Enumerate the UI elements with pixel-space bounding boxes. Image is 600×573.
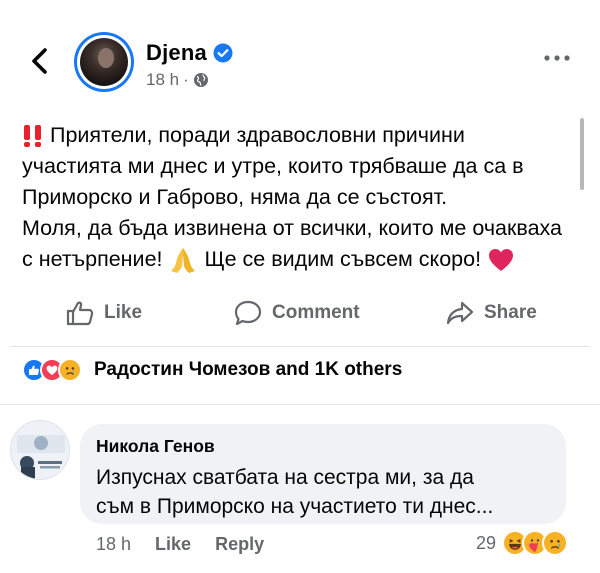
comment-reply-button[interactable]: Reply xyxy=(215,534,264,555)
post-actions: Like Comment Share xyxy=(0,290,600,342)
reactions-text[interactable]: Радостин Чомезов and 1K others xyxy=(94,359,402,381)
more-options-icon[interactable] xyxy=(543,52,571,64)
thumbs-up-icon xyxy=(66,301,94,326)
comment-line: Изпуснах сватбата на сестра ми, за да xyxy=(96,466,474,489)
post-line: Приятели, поради здравословни причини xyxy=(22,120,574,151)
author-name[interactable]: Djena xyxy=(146,40,207,66)
comment-like-button[interactable]: Like xyxy=(155,534,191,555)
comment-time[interactable]: 18 h xyxy=(96,534,131,555)
double-exclamation-icon xyxy=(24,125,41,148)
comment-reactions[interactable]: 29 xyxy=(476,530,569,556)
post-line: участията ми днес и утре, които трябваше… xyxy=(22,154,524,178)
commenter-avatar[interactable] xyxy=(10,420,70,480)
sad-reaction-icon xyxy=(58,358,82,382)
verified-badge-icon xyxy=(213,43,233,63)
sad-reaction-icon xyxy=(542,530,569,556)
comment-bubble[interactable]: Никола Генов Изпуснах сватбата на сестра… xyxy=(80,424,566,524)
comment-meta: 18 h Like Reply xyxy=(96,534,264,555)
post-header: Djena 18 h · xyxy=(0,0,600,110)
commenter-avatar-image xyxy=(11,421,69,479)
share-arrow-icon xyxy=(446,301,474,325)
commenter-name[interactable]: Никола Генов xyxy=(96,436,550,457)
comment-line: съм в Приморско на участието ти днес... xyxy=(96,495,494,518)
divider xyxy=(10,346,590,347)
post-line: Моля, да бъда извинена от всички, които … xyxy=(22,216,563,240)
post-time[interactable]: 18 h xyxy=(146,70,179,90)
praying-hands-icon xyxy=(171,248,196,274)
share-button[interactable]: Share xyxy=(446,300,537,326)
red-heart-icon xyxy=(489,249,514,272)
comment-reaction-count[interactable]: 29 xyxy=(476,533,496,554)
back-arrow-icon[interactable] xyxy=(26,44,54,78)
author-avatar[interactable] xyxy=(74,32,134,92)
like-button[interactable]: Like xyxy=(66,300,142,326)
post-line: Приморско и Габрово, няма да се състоят. xyxy=(22,185,448,209)
scrollbar[interactable] xyxy=(580,118,584,190)
meta-separator: · xyxy=(183,70,189,89)
post-body: Приятели, поради здравословни причини уч… xyxy=(22,120,574,275)
globe-icon xyxy=(193,73,208,87)
post-line: с нетърпение! Ще се видим съвсем скоро! xyxy=(22,244,574,275)
divider xyxy=(0,404,600,405)
reactions-summary[interactable]: Радостин Чомезов and 1K others xyxy=(22,358,402,382)
comment-button[interactable]: Comment xyxy=(234,300,360,326)
comment-bubble-icon xyxy=(234,300,262,326)
